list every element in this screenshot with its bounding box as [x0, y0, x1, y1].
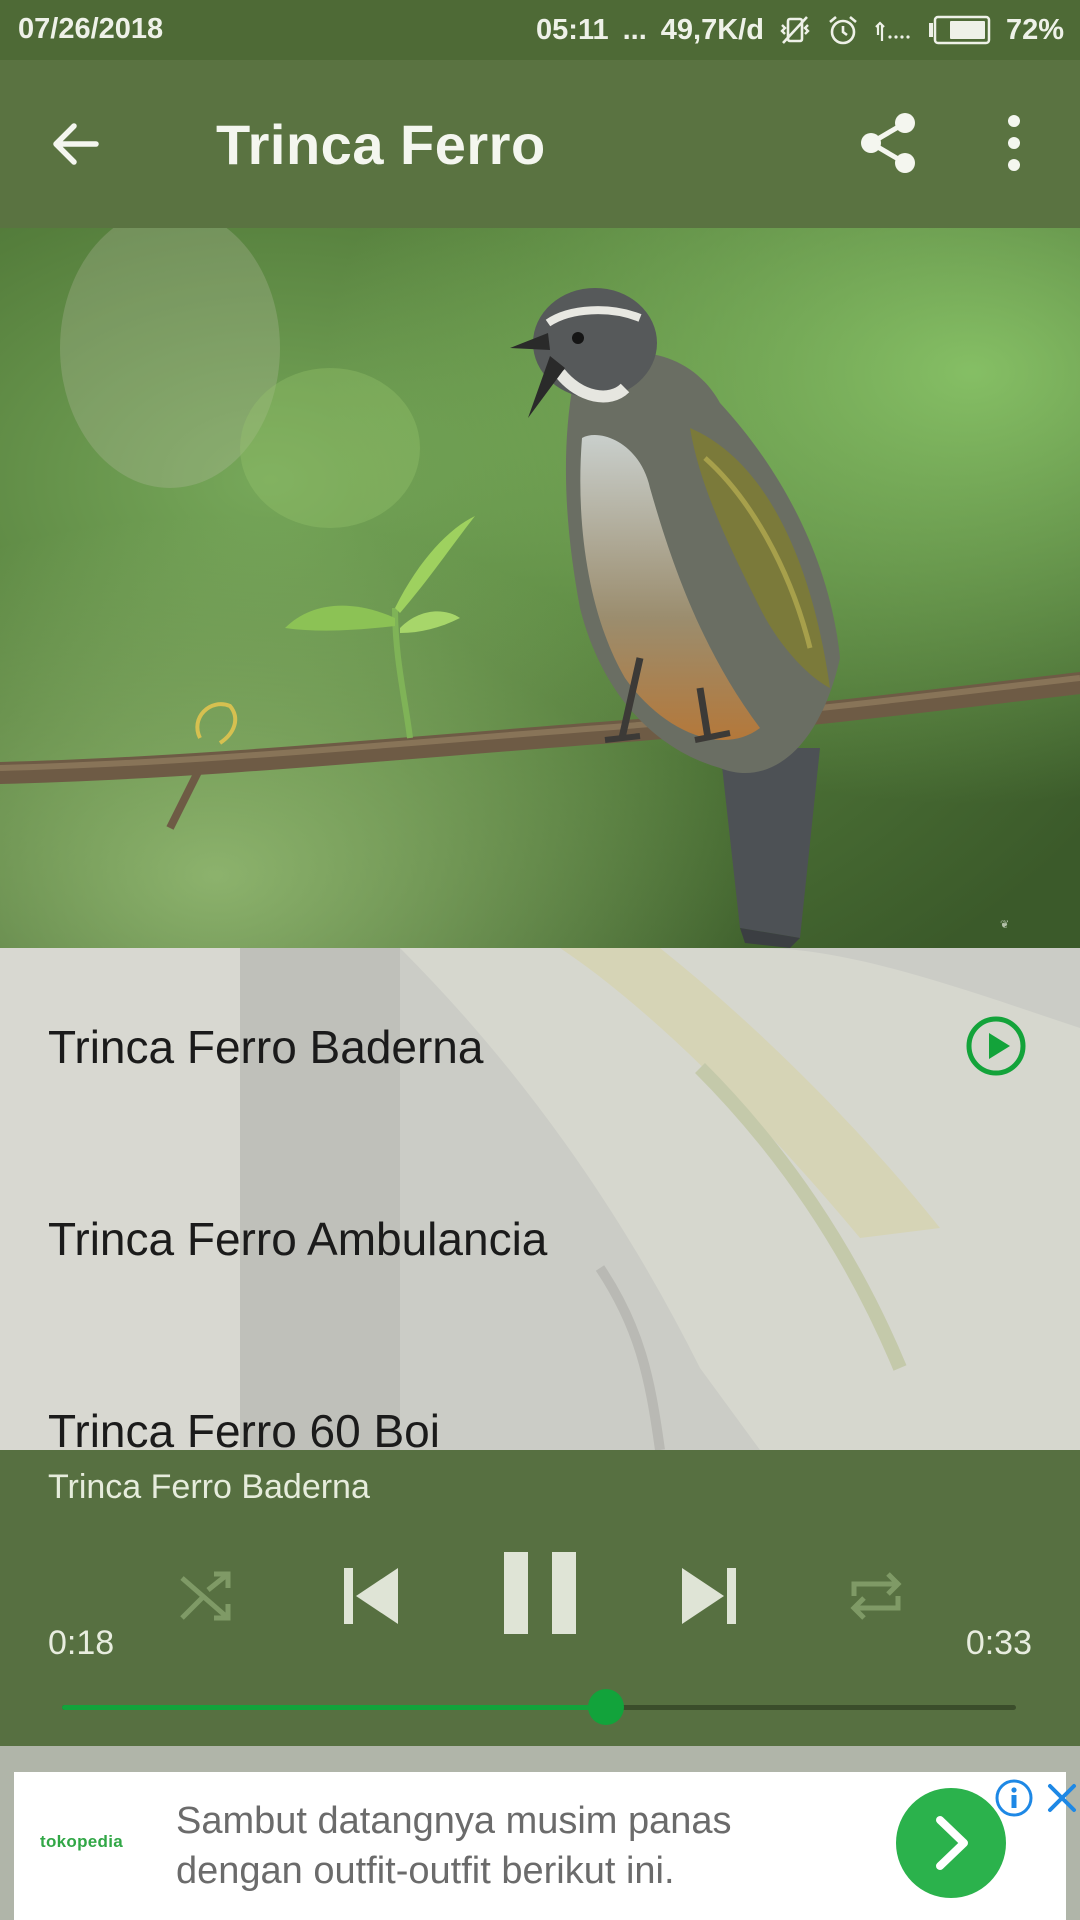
list-item[interactable]: Trinca Ferro 60 Boi: [0, 1248, 1080, 1450]
status-time: 05:11: [536, 13, 609, 46]
app-bar: Trinca Ferro: [0, 60, 1080, 228]
more-vert-icon[interactable]: [996, 110, 1032, 176]
now-playing-title: Trinca Ferro Baderna: [48, 1468, 370, 1506]
repeat-icon[interactable]: [846, 1566, 906, 1626]
status-dots: ...: [622, 13, 647, 46]
page-title: Trinca Ferro: [216, 113, 546, 176]
status-right-group: 05:11 ... 49,7K/d 72%: [536, 13, 1064, 47]
track-title: Trinca Ferro Baderna: [48, 1021, 484, 1073]
battery-icon: [928, 15, 991, 45]
signal-icon: [875, 21, 910, 41]
elapsed-time: 0:18: [48, 1624, 115, 1662]
track-list: Trinca Ferro Baderna Trinca Ferro Ambula…: [0, 948, 1080, 1450]
status-speed: 49,7K/d: [660, 13, 764, 46]
album-art-image: ❦: [0, 228, 1080, 948]
vibrate-off-icon: [780, 16, 810, 44]
total-duration: 0:33: [965, 1624, 1032, 1662]
play-circle-icon[interactable]: [964, 1014, 1028, 1078]
track-title: Trinca Ferro 60 Boi: [48, 1405, 440, 1450]
ad-banner[interactable]: tokopedia Sambut datangnya musim panas d…: [14, 1772, 1076, 1920]
ad-go-button[interactable]: [896, 1788, 1006, 1898]
status-battery-text: 72%: [1005, 13, 1064, 46]
status-date: 07/26/2018: [18, 13, 164, 45]
seek-bar[interactable]: [62, 1689, 1016, 1725]
ad-text: Sambut datangnya musim panas dengan outf…: [176, 1796, 816, 1896]
ad-brand-logo: tokopedia: [40, 1832, 123, 1851]
close-icon[interactable]: [1044, 1780, 1080, 1816]
arrow-left-icon[interactable]: [46, 114, 106, 174]
alarm-icon: [829, 16, 857, 45]
ad-container: tokopedia Sambut datangnya musim panas d…: [0, 1746, 1080, 1920]
info-icon[interactable]: [994, 1778, 1034, 1818]
ad-text-line2: dengan outfit-outfit berikut ini.: [176, 1850, 675, 1892]
player-panel: Trinca Ferro Baderna 0:18 0:33: [0, 1450, 1080, 1746]
status-bar: 07/26/2018 05:11 ... 49,7K/d 72%: [0, 0, 1080, 60]
list-item[interactable]: Trinca Ferro Ambulancia: [0, 1098, 1080, 1265]
share-icon[interactable]: [856, 110, 922, 176]
seek-bar-progress: [62, 1705, 606, 1710]
ad-text-line1: Sambut datangnya musim panas: [176, 1800, 732, 1842]
svg-text:❦: ❦: [1000, 918, 1009, 931]
pause-icon[interactable]: [500, 1550, 580, 1636]
chevron-right-icon: [936, 1816, 968, 1870]
skip-previous-icon[interactable]: [340, 1560, 404, 1632]
list-item[interactable]: Trinca Ferro Baderna: [0, 948, 1080, 1098]
skip-next-icon[interactable]: [676, 1560, 740, 1632]
seek-bar-thumb[interactable]: [587, 1689, 624, 1725]
shuffle-icon[interactable]: [176, 1566, 236, 1626]
